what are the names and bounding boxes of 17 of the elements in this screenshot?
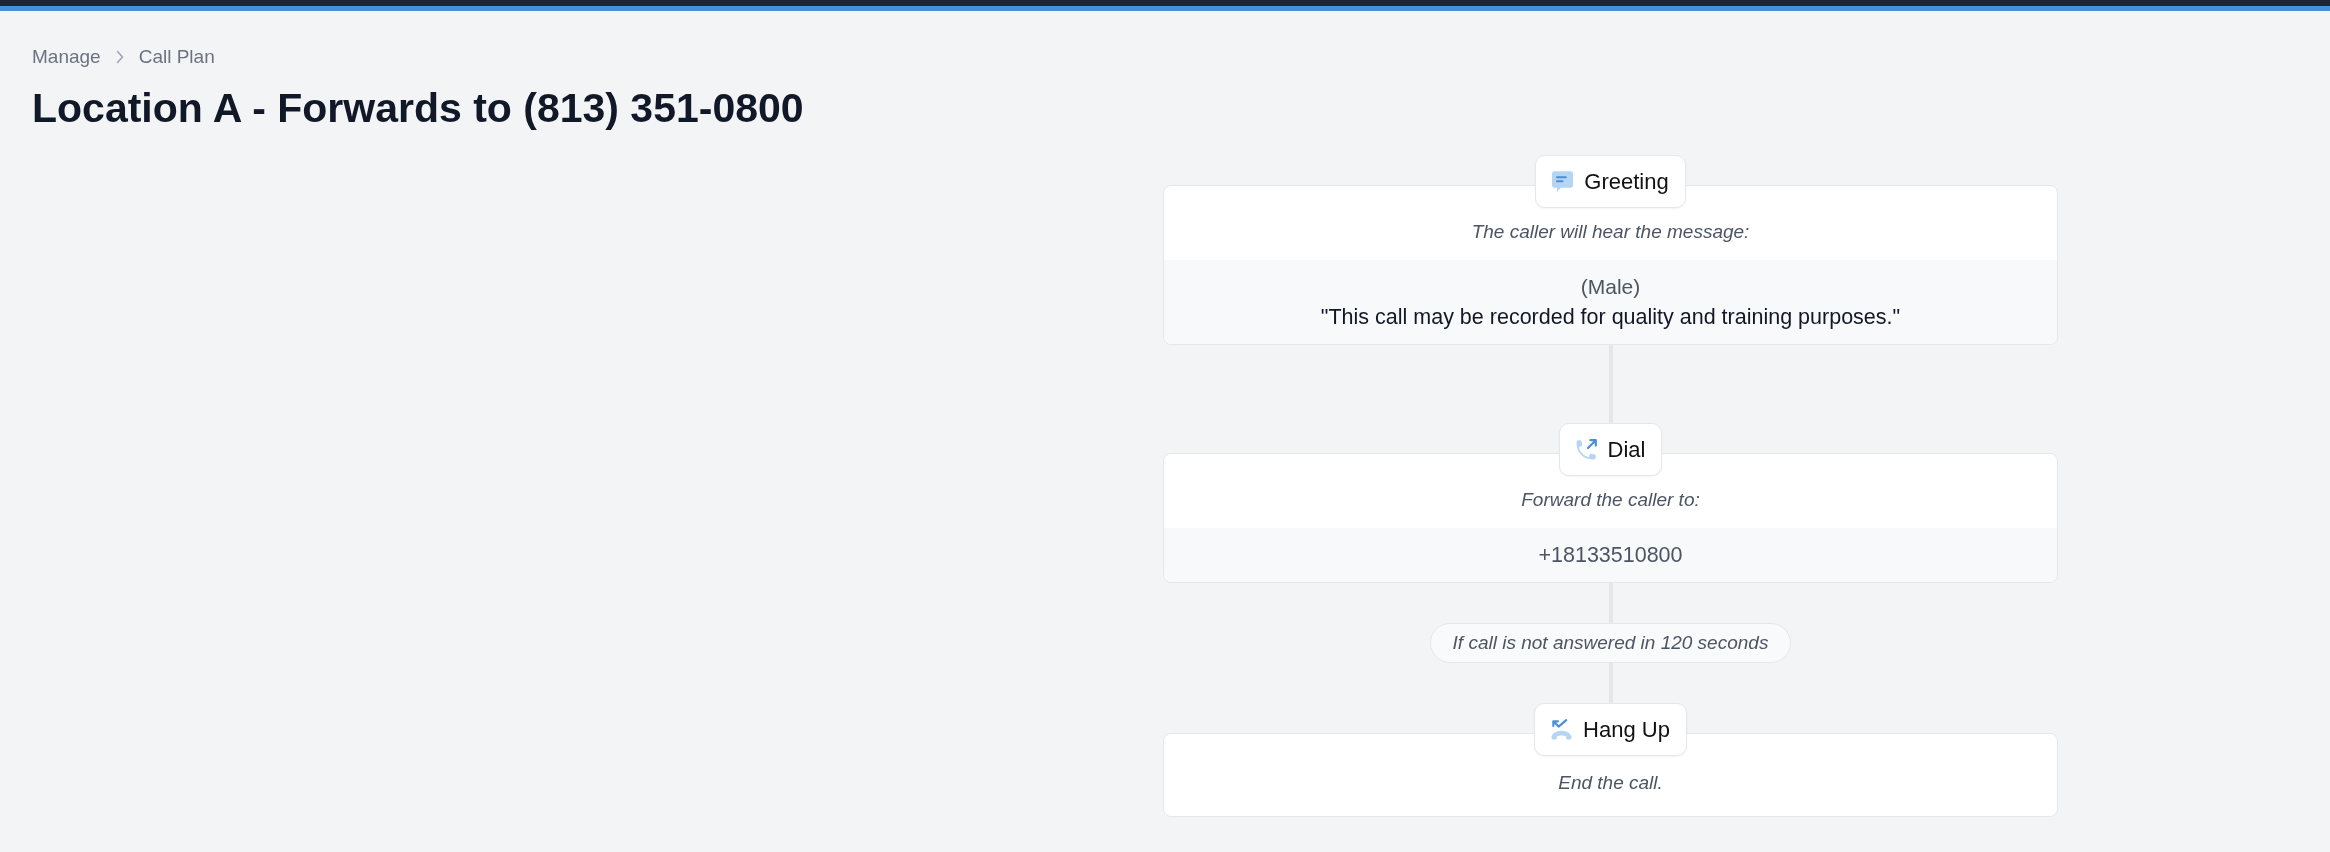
breadcrumb-link[interactable]: Manage	[32, 46, 101, 68]
timeout-condition: If call is not answered in 120 seconds	[1429, 623, 1792, 663]
chevron-right-icon	[115, 50, 124, 64]
chat-bubble-icon	[1552, 171, 1574, 192]
phone-arrow-icon	[1575, 439, 1597, 460]
step-title: Greeting	[1584, 168, 1669, 195]
message-text: "This call may be recorded for quality and training purposes."	[1320, 304, 1901, 331]
breadcrumb-current: Call Plan	[138, 46, 215, 68]
step-title: Dial	[1607, 436, 1646, 463]
step-description: End the call.	[1558, 771, 1663, 795]
voice-label: (Male)	[1580, 274, 1641, 300]
page-title: Location A - Forwards to (813) 351-0800	[32, 84, 804, 132]
phone-number: +18133510800	[1538, 542, 1683, 569]
step-title: Hang Up	[1583, 716, 1670, 743]
step-description: Forward the caller to:	[1521, 488, 1700, 512]
phone-hangup-icon	[1551, 719, 1573, 740]
step-description: The caller will hear the message:	[1471, 220, 1750, 244]
